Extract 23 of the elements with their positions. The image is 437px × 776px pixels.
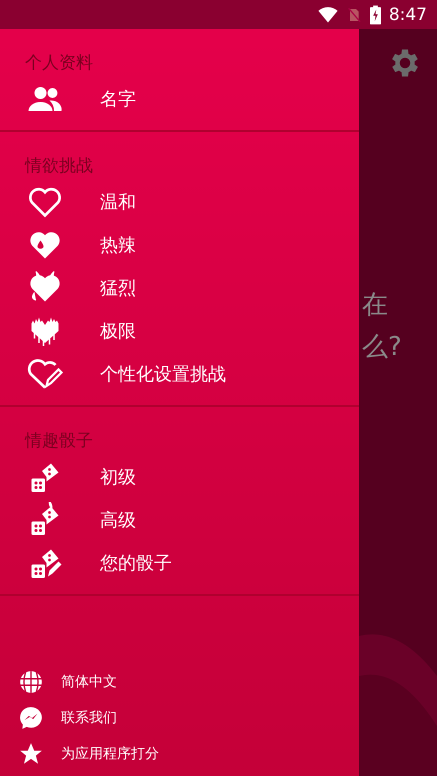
section-header: 情欲挑战 [25,155,94,178]
menu-item[interactable]: 高级 [0,498,359,541]
section-header: 情趣骰子 [25,430,94,453]
chat-icon [18,705,44,731]
menu-item[interactable]: 初级 [0,455,359,498]
menu-item[interactable]: 个性化设置挑战 [0,352,359,395]
menu-item[interactable]: 热辣 [0,223,359,266]
menu-item[interactable]: 您的骰子 [0,541,359,584]
background-text: 在 [362,289,388,322]
menu-item[interactable]: 名字 [0,77,359,120]
background-text: 么? [362,331,402,364]
menu-item[interactable]: 温和 [0,180,359,223]
globe-icon [18,669,44,695]
wifi-icon [318,4,338,24]
menu-item[interactable]: 为应用程序打分 [0,736,359,772]
section-header: 个人资料 [25,52,94,75]
menu-item[interactable]: 简体中文 [0,664,359,700]
menu-item[interactable]: 极限 [0,309,359,352]
menu-item[interactable]: 猛烈 [0,266,359,309]
battery-icon [370,4,381,24]
menu-item[interactable]: 联系我们 [0,700,359,736]
clock-time: 8:47 [388,4,427,24]
no-sim-icon [346,6,362,24]
